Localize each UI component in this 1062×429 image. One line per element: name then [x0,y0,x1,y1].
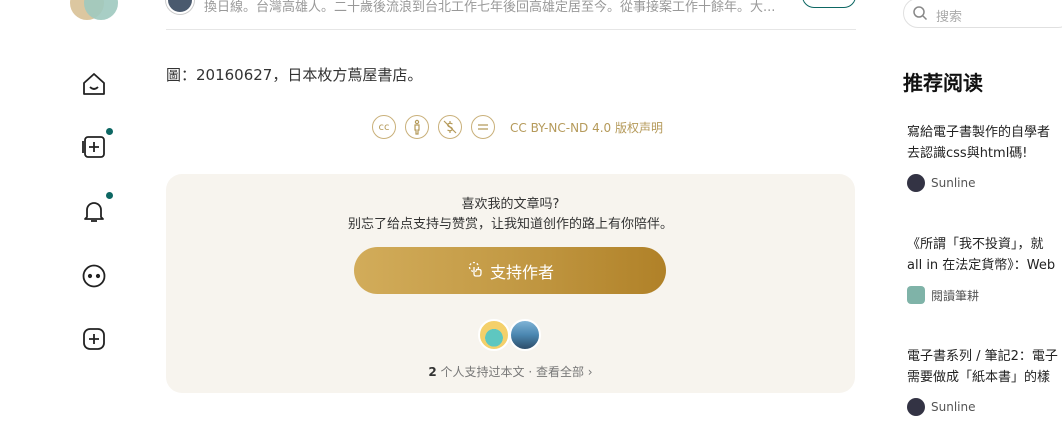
home-icon[interactable] [78,68,110,100]
avatar [907,286,925,304]
nd-icon [471,115,495,139]
supporter-count: 2 [428,365,437,379]
recommend-title-line: 去認識css與html碼! [907,146,1028,161]
search-placeholder: 搜索 [936,10,963,25]
by-icon [405,115,429,139]
write-badge-dot [106,128,113,135]
recommend-item[interactable]: 《所謂「我不投資」，就 all in 在法定貨幣》：Web 閱讀筆耕 [907,234,1062,304]
image-caption: 圖：20160627，日本枚方蔦屋書店。 [166,66,423,84]
avatar [907,174,925,192]
notification-bell-icon[interactable] [78,195,110,227]
license-row: cc CC BY-NC-ND 4.0 版权声明 [372,115,663,139]
recommend-author[interactable]: Sunline [907,398,1062,416]
recommend-author[interactable]: 閱讀筆耕 [907,286,1062,304]
nc-icon [438,115,462,139]
cc-icon: cc [372,115,396,139]
author-strip: 換日線。台灣高雄人。二十歲後流浪到台北工作七年後回高雄定居至今。從事接案工作十餘… [166,0,856,30]
recommend-title-line: 需要做成「紙本書」的樣 [907,370,1051,385]
recommend-title-line: all in 在法定貨幣》：Web [907,258,1056,273]
recommend-heading: 推荐阅读 [903,71,983,95]
recommend-item[interactable]: 電子書系列 / 筆記2：電子 需要做成「紙本書」的樣 Sunline [907,346,1062,416]
author-name: 閱讀筆耕 [931,288,980,303]
recommend-title-line: 《所謂「我不投資」，就 [907,237,1044,252]
author-name: Sunline [931,400,976,414]
author-avatar[interactable] [166,0,194,14]
more-icon[interactable] [78,260,110,292]
support-button-label: 支持作者 [489,262,554,282]
supporter-count-text: 个人支持过本文 · 查看全部 › [436,365,593,379]
avatar[interactable] [478,319,510,351]
supporter-avatars[interactable] [478,319,541,351]
follow-button[interactable] [802,0,856,8]
support-author-button[interactable]: 支持作者 [354,247,666,294]
write-icon[interactable] [78,131,110,163]
support-question: 喜欢我的文章吗? [461,197,560,212]
search-icon [913,6,928,21]
app-logo[interactable] [70,0,118,30]
add-icon[interactable] [78,323,110,355]
avatar[interactable] [509,319,541,351]
author-name: Sunline [931,176,976,190]
supporter-count-link[interactable]: 2 个人支持过本文 · 查看全部 › [166,363,855,380]
recommend-author[interactable]: Sunline [907,174,1062,192]
license-link[interactable]: CC BY-NC-ND 4.0 版权声明 [510,119,663,136]
hand-tap-icon [466,260,484,282]
avatar [907,398,925,416]
recommend-title-line: 電子書系列 / 筆記2：電子 [907,349,1058,364]
left-nav-rail [0,0,190,429]
notification-badge-dot [106,192,113,199]
author-bio: 換日線。台灣高雄人。二十歲後流浪到台北工作七年後回高雄定居至今。從事接案工作十餘… [204,0,776,15]
recommend-item[interactable]: 寫給電子書製作的自學者 去認識css與html碼! Sunline [907,122,1062,192]
support-card: 喜欢我的文章吗? 别忘了给点支持与赞赏，让我知道创作的路上有你陪伴。 支持作者 … [166,174,855,393]
recommend-title-line: 寫給電子書製作的自學者 [907,125,1051,140]
support-subtitle: 别忘了给点支持与赞赏，让我知道创作的路上有你陪伴。 [347,217,673,232]
search-box[interactable]: 搜索 [903,0,1062,28]
